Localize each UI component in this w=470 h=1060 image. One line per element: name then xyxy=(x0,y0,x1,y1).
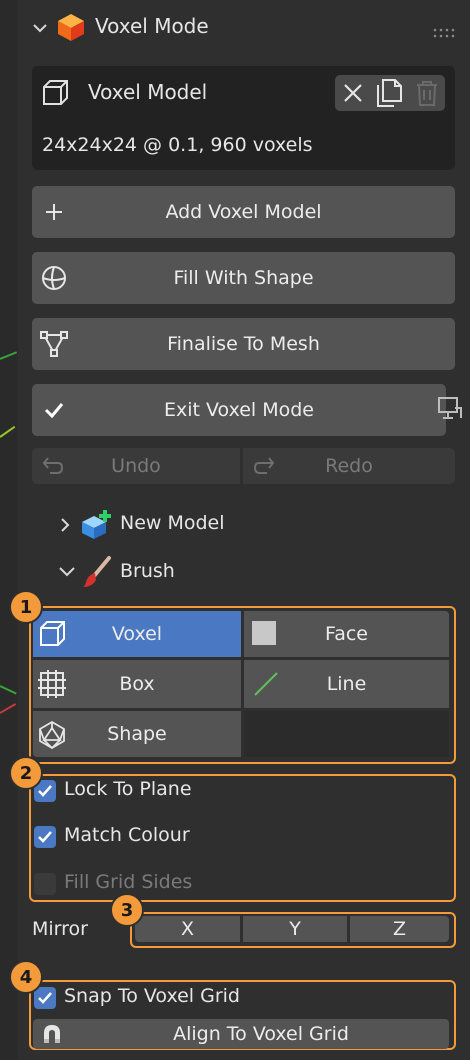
expand-chevron-right-icon[interactable] xyxy=(56,514,74,536)
annotation-badge-2: 2 xyxy=(9,756,43,790)
align-to-voxel-grid-button[interactable]: Align To Voxel Grid xyxy=(33,1019,449,1049)
voxel-cube-outline-icon xyxy=(37,619,67,649)
icosphere-icon xyxy=(37,720,67,750)
fill-with-shape-button[interactable]: Fill With Shape xyxy=(32,252,455,304)
finalise-to-mesh-button[interactable]: Finalise To Mesh xyxy=(32,318,455,370)
duplicate-icon[interactable] xyxy=(374,77,404,109)
voxel-model-info: 24x24x24 @ 0.1, 960 voxels xyxy=(42,134,313,156)
add-voxel-model-button[interactable]: Add Voxel Model xyxy=(32,186,455,238)
add-voxel-model-label: Add Voxel Model xyxy=(165,201,322,223)
exit-voxel-mode-label: Exit Voxel Mode xyxy=(163,399,314,421)
close-icon[interactable] xyxy=(339,79,367,107)
brush-mode-box-label: Box xyxy=(119,673,155,695)
viewport-grid-line xyxy=(0,351,18,360)
annotation-badge-4: 4 xyxy=(9,960,43,994)
match-colour-label: Match Colour xyxy=(64,824,190,846)
tree-new-model[interactable]: New Model xyxy=(120,512,225,534)
lock-to-plane-label: Lock To Plane xyxy=(64,778,192,800)
redo-icon xyxy=(253,454,277,478)
brush-mode-line-label: Line xyxy=(326,673,367,695)
fill-grid-sides-label: Fill Grid Sides xyxy=(64,871,193,893)
tree-brush[interactable]: Brush xyxy=(120,560,175,582)
new-model-icon xyxy=(80,508,112,540)
expand-chevron-down-icon[interactable] xyxy=(56,562,78,582)
brush-mode-shape-label: Shape xyxy=(107,723,167,745)
viewport-grid-line xyxy=(0,703,17,714)
snap-to-voxel-grid-label: Snap To Voxel Grid xyxy=(64,985,240,1007)
brush-mode-voxel-label: Voxel xyxy=(111,623,163,645)
finalise-to-mesh-label: Finalise To Mesh xyxy=(167,333,320,355)
exit-voxel-mode-button[interactable]: Exit Voxel Mode xyxy=(32,384,446,436)
undo-label: Undo xyxy=(111,455,161,477)
mirror-y-label: Y xyxy=(289,918,301,940)
voxel-cube-icon xyxy=(56,12,86,42)
checkmark-icon xyxy=(38,394,70,426)
pin-screen-icon[interactable] xyxy=(437,396,463,424)
viewport-grid-line xyxy=(0,685,17,695)
cube-outline-icon xyxy=(40,78,70,108)
snap-to-voxel-grid-checkbox[interactable] xyxy=(34,987,56,1009)
mirror-x-label: X xyxy=(180,918,195,940)
mesh-vertex-icon xyxy=(38,328,70,360)
annotation-badge-1: 1 xyxy=(9,590,43,624)
voxel-model-title: Voxel Model xyxy=(88,80,208,104)
undo-icon xyxy=(40,454,64,478)
viewport-grid-line xyxy=(0,425,16,438)
mirror-y-toggle[interactable]: Y xyxy=(243,916,347,942)
sphere-icon xyxy=(38,262,70,294)
panel-title: Voxel Mode xyxy=(95,14,209,38)
magnet-icon xyxy=(38,1021,66,1047)
fill-grid-sides-checkbox[interactable] xyxy=(34,873,56,895)
align-to-voxel-grid-label: Align To Voxel Grid xyxy=(173,1023,349,1045)
redo-button[interactable]: Redo xyxy=(243,448,455,484)
brush-icon xyxy=(82,556,112,588)
match-colour-checkbox[interactable] xyxy=(34,826,56,848)
brush-mode-face-label: Face xyxy=(325,623,368,645)
brush-mode-empty-cell xyxy=(244,711,449,757)
mirror-label: Mirror xyxy=(32,918,88,940)
face-square-icon xyxy=(252,621,276,645)
plus-icon xyxy=(38,196,70,228)
drag-handle-icon[interactable] xyxy=(432,22,456,38)
viewport-edge xyxy=(0,0,18,1060)
fill-with-shape-label: Fill With Shape xyxy=(173,267,314,289)
box-grid-icon xyxy=(37,669,67,699)
undo-button[interactable]: Undo xyxy=(32,448,240,484)
mirror-z-toggle[interactable]: Z xyxy=(350,916,449,942)
mirror-z-label: Z xyxy=(392,918,407,940)
trash-icon[interactable] xyxy=(414,79,440,107)
collapse-chevron-icon[interactable] xyxy=(30,18,50,38)
annotation-badge-3: 3 xyxy=(110,893,144,927)
mirror-x-toggle[interactable]: X xyxy=(135,916,240,942)
redo-label: Redo xyxy=(325,455,373,477)
line-icon xyxy=(252,670,280,698)
